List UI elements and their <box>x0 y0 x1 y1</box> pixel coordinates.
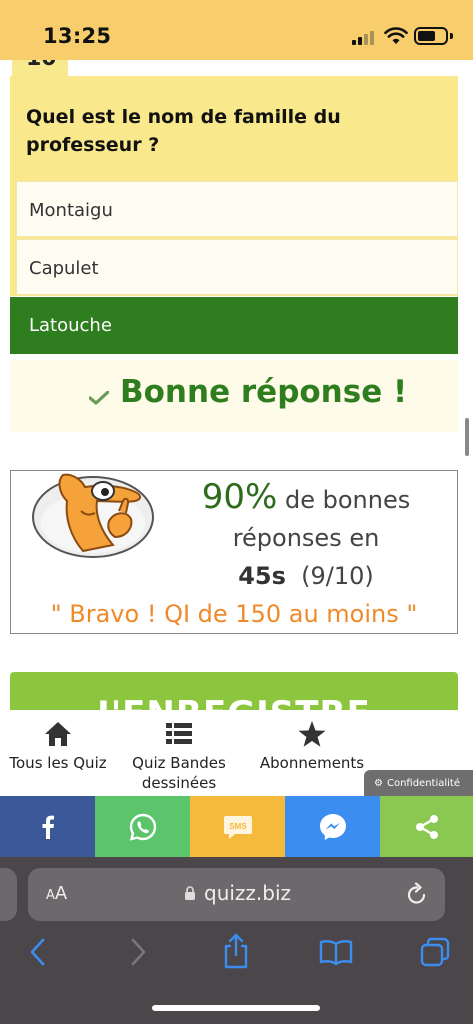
result-text: Bonne réponse ! <box>120 374 408 410</box>
battery-tip <box>450 33 453 39</box>
lock-icon <box>185 886 195 900</box>
nav-item-label: Quiz Bandes dessinées <box>132 754 226 792</box>
share-whatsapp-button[interactable] <box>95 796 190 857</box>
url-bar[interactable]: AA quizz.biz <box>28 868 445 921</box>
list-icon <box>166 723 192 744</box>
whatsapp-icon <box>129 813 156 841</box>
aa-large: A <box>54 883 68 904</box>
home-icon <box>45 722 71 746</box>
share-sms-button[interactable]: SMS <box>190 796 285 857</box>
answer-option-2[interactable]: Capulet <box>16 239 458 295</box>
nav-item-label: Tous les Quiz <box>9 754 107 772</box>
score-time: 45s <box>238 562 286 590</box>
score-percent-line: 90% de bonnes <box>151 477 461 517</box>
answer-option-1[interactable]: Montaigu <box>16 181 458 237</box>
mascot-icon <box>32 473 154 558</box>
check-icon <box>89 391 109 405</box>
wifi-icon <box>384 27 408 44</box>
question-number: 10 <box>26 60 57 71</box>
previous-tab-peek[interactable] <box>0 868 17 921</box>
question-card: Quel est le nom de famille du professeur… <box>10 76 458 180</box>
back-icon[interactable] <box>28 937 48 967</box>
messenger-icon <box>319 813 346 840</box>
share-generic-button[interactable] <box>380 796 473 857</box>
question-number-tab: 10 <box>12 60 68 76</box>
score-time-line: 45s (9/10) <box>151 562 461 590</box>
score-line-2: réponses en <box>232 524 380 552</box>
status-bar: 13:25 <box>0 0 473 60</box>
sms-icon: SMS <box>223 815 252 839</box>
nav-item-all-quiz[interactable]: Tous les Quiz <box>0 720 116 773</box>
page-scrollbar[interactable] <box>465 418 469 456</box>
reader-settings-button[interactable]: AA <box>46 883 67 904</box>
aa-small: A <box>46 888 55 903</box>
share-facebook-button[interactable] <box>0 796 95 857</box>
facebook-icon <box>42 815 54 839</box>
share-sheet-icon[interactable] <box>222 933 250 969</box>
privacy-button[interactable]: ⚙ Confidentialité <box>364 770 473 797</box>
sms-icon-label: SMS <box>229 822 247 831</box>
share-messenger-button[interactable] <box>285 796 380 857</box>
reload-icon[interactable] <box>406 882 428 906</box>
url-text: quizz.biz <box>204 881 292 905</box>
result-banner: Bonne réponse ! <box>10 360 458 432</box>
score-percent: 90% <box>201 477 278 517</box>
privacy-label: Confidentialité <box>386 778 461 789</box>
nav-item-comics-quiz[interactable]: Quiz Bandes dessinées <box>124 720 234 793</box>
score-percent-suffix: de bonnes <box>277 486 411 514</box>
browser-chrome: AA quizz.biz <box>0 857 473 1024</box>
bookmarks-icon[interactable] <box>319 939 353 965</box>
answer-option-correct[interactable]: Latouche <box>10 297 458 354</box>
nav-item-subscriptions[interactable]: Abonnements <box>252 720 372 773</box>
star-icon <box>298 721 326 747</box>
score-count: (9/10) <box>301 562 374 590</box>
status-time: 13:25 <box>43 24 112 48</box>
forward-icon[interactable] <box>128 937 148 967</box>
battery-icon <box>414 27 448 45</box>
question-text: Quel est le nom de famille du professeur… <box>26 106 341 156</box>
home-indicator[interactable] <box>152 1005 320 1011</box>
gear-icon: ⚙ <box>374 778 383 789</box>
signal-icon <box>352 30 376 45</box>
nav-item-label: Abonnements <box>259 754 365 772</box>
share-icon <box>415 814 438 839</box>
score-quote: " Bravo ! QI de 150 au moins " <box>50 600 418 628</box>
share-bar: SMS <box>0 796 473 857</box>
register-button[interactable]: J'ENREGISTRE <box>10 672 458 712</box>
score-box: 90% de bonnes réponses en 45s (9/10) " B… <box>10 470 458 634</box>
tabs-icon[interactable] <box>420 937 450 967</box>
